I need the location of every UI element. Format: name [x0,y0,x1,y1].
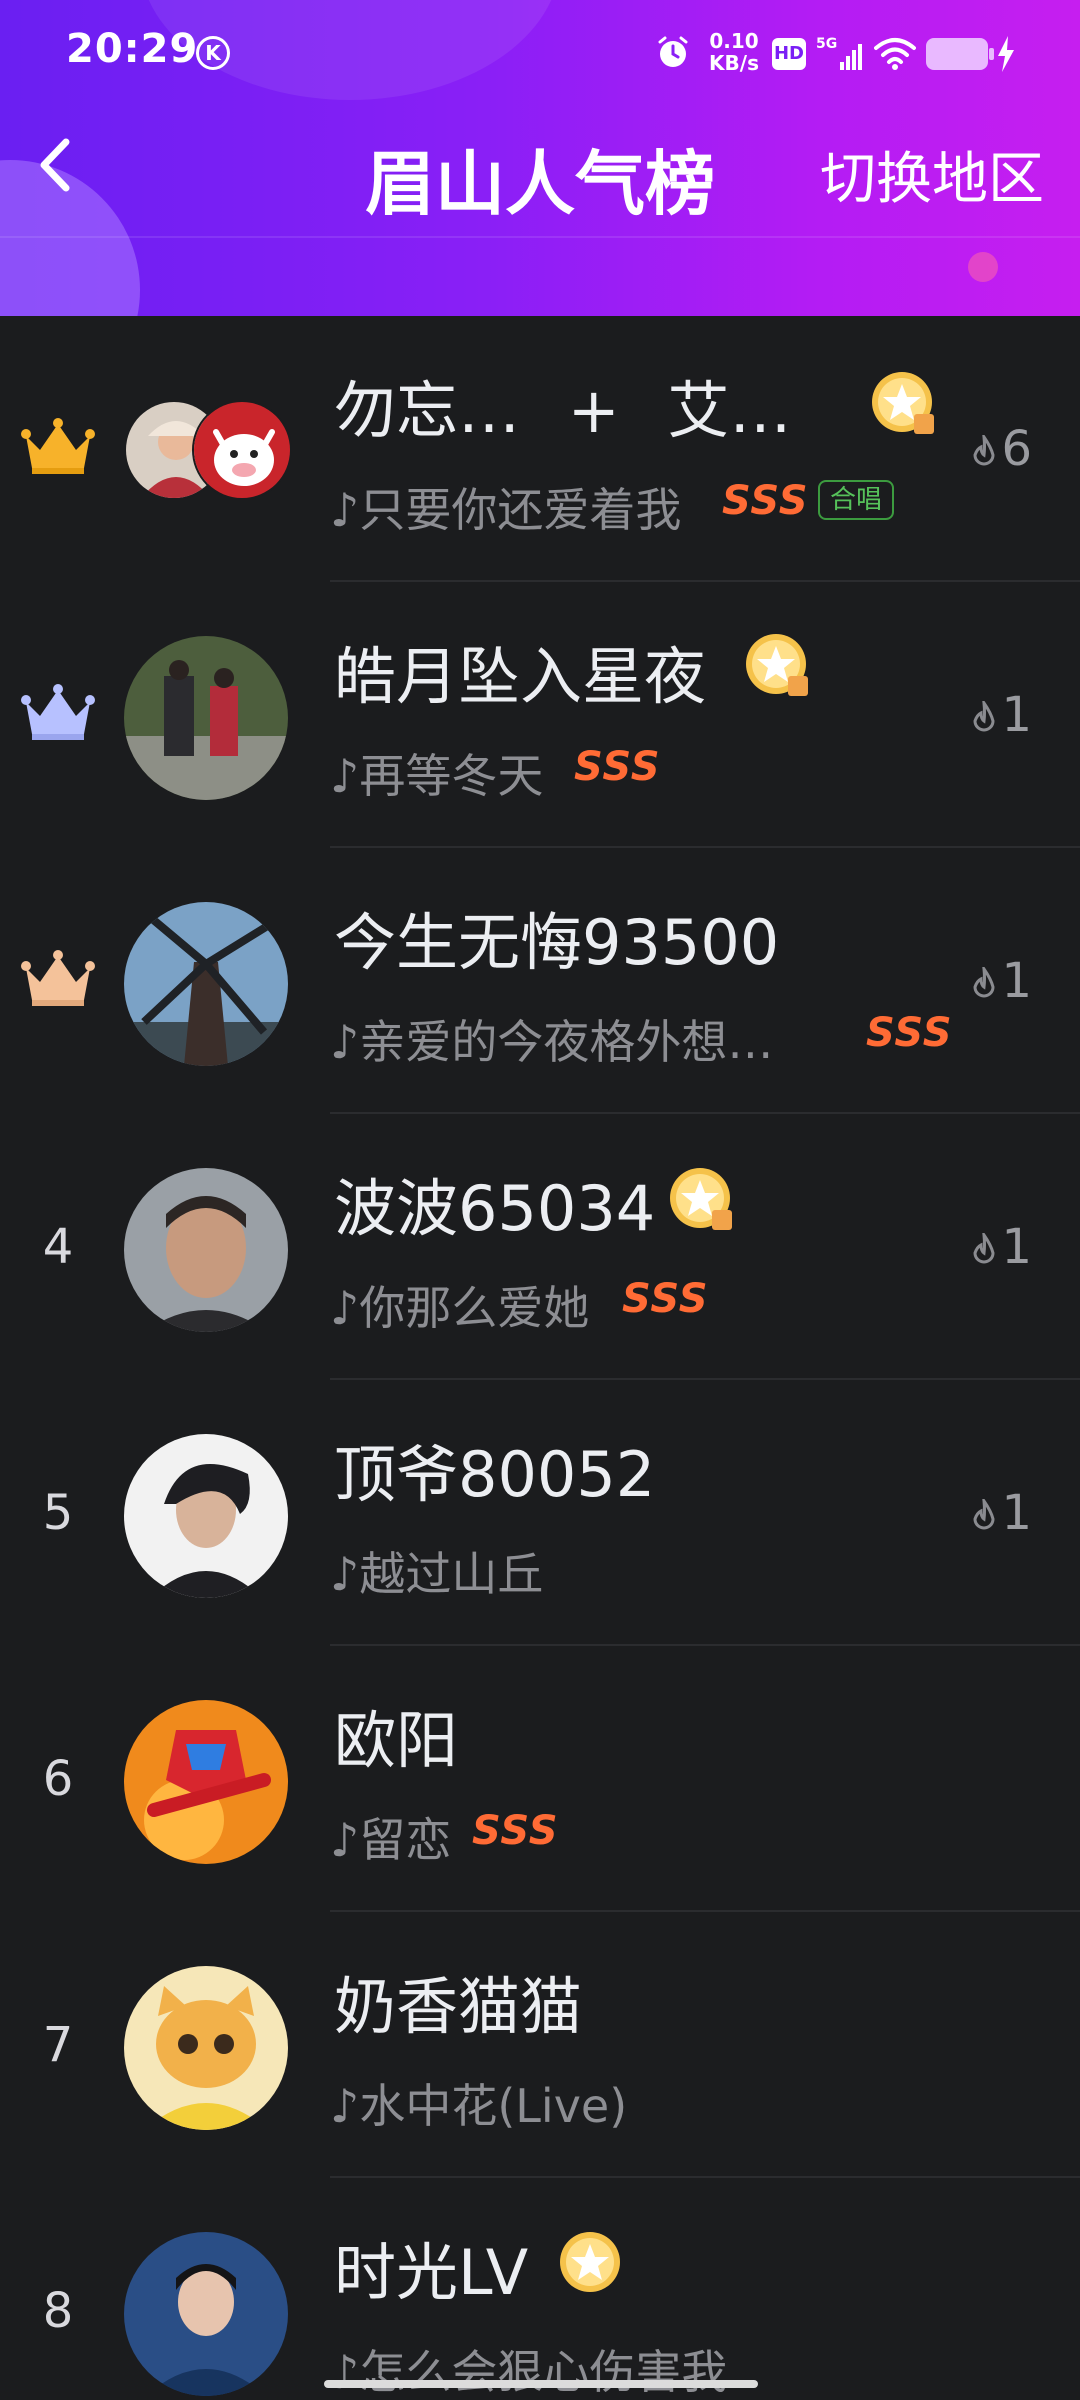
duet-user-b: 艾… [667,374,792,447]
heat-value: 1 [1001,1485,1032,1541]
avatar[interactable] [124,1434,288,1598]
avatar[interactable] [124,636,288,800]
heat-value: 6 [1001,421,1032,477]
net-speed-value: 0.10 [709,29,759,53]
vip-star-badge-icon [560,2232,620,2292]
charging-icon [998,36,1014,72]
score-badge: SSS [472,1808,559,1854]
avatar[interactable] [124,1966,288,2130]
chorus-badge: 合唱 [818,480,895,520]
score-badge: SSS [574,744,661,790]
header-divider [0,236,1080,238]
net-speed-unit: KB/s [709,51,759,75]
header-decoration [968,252,998,282]
flame-icon [973,1233,995,1264]
status-bar: 20:29 K 0.10 KB/s HD 5G [0,0,1080,104]
battery-icon [926,38,994,70]
list-item[interactable]: 4 波波65034 ♪你那么爱她 SSS 1 [0,1114,1080,1380]
wifi-icon [874,38,916,70]
song-title: ♪怎么会狠心伤害我 [330,2345,728,2399]
list-item[interactable]: 7 奶香猫猫 ♪水中花(Live) [0,1912,1080,2178]
bronze-crown-icon [21,950,95,1006]
vip-star-badge-icon [670,1168,732,1230]
song-title: ♪亲爱的今夜格外想… [330,1015,774,1069]
heat-count: 1 [971,582,1032,848]
user-name: 顶爷80052 [334,1438,656,1511]
avatar[interactable] [192,400,292,500]
list-item[interactable]: 勿忘… + 艾… ♪只要你还爱着我 SSS 合唱 6 [0,316,1080,582]
alarm-icon [658,36,688,67]
user-name: 波波65034 [334,1172,656,1245]
heat-count: 1 [971,848,1032,1114]
song-title: ♪留恋 [330,1813,452,1867]
heat-value: 1 [1001,1219,1032,1275]
avatar[interactable] [124,2232,288,2396]
vip-star-badge-icon [746,634,808,696]
user-name: 时光LV [334,2236,529,2309]
avatar[interactable] [124,902,288,1066]
rank-number: 7 [42,2017,74,2073]
vip-star-badge-icon [872,372,934,434]
list-item[interactable]: 皓月坠入星夜 ♪再等冬天 SSS 1 [0,582,1080,848]
user-name: 皓月坠入星夜 [334,640,707,713]
network-type: 5G [816,36,837,52]
list-item[interactable]: 今生无悔93500 ♪亲爱的今夜格外想… SSS 1 [0,848,1080,1114]
list-item[interactable]: 8 时光LV ♪怎么会狠心伤害我 [0,2178,1080,2400]
duet-plus: + [567,374,620,447]
rank-number: 6 [42,1751,74,1807]
user-name: 今生无悔93500 [334,906,780,979]
heat-count: 1 [971,1380,1032,1646]
list-item[interactable]: 6 欧阳 ♪留恋 SSS [0,1646,1080,1912]
flame-icon [973,967,995,998]
gold-crown-icon [21,418,95,474]
heat-count: 6 [971,316,1032,582]
score-badge: SSS [866,1010,953,1056]
switch-region-button[interactable]: 切换地区 [820,134,1044,215]
duet-user-a: 勿忘… [334,374,521,447]
rank-number: 4 [42,1219,74,1275]
song-title: ♪水中花(Live) [330,2079,628,2133]
user-name: 勿忘… + 艾… [334,360,791,450]
cellular-signal-icon: 5G [816,36,862,70]
k-icon: K [196,36,230,70]
avatar[interactable] [124,1168,288,1332]
avatar[interactable] [124,1700,288,1864]
score-badge: SSS [622,1276,709,1322]
flame-icon [973,1499,995,1530]
heat-value: 1 [1001,687,1032,743]
song-title: ♪只要你还爱着我 [330,483,682,537]
song-title: ♪你那么爱她 [330,1281,590,1335]
score-badge: SSS [722,478,809,524]
heat-count: 1 [971,1114,1032,1380]
user-name: 奶香猫猫 [334,1970,583,2043]
header: 20:29 K 0.10 KB/s HD 5G 眉山人气榜 切换地区 [0,0,1080,316]
song-title: ♪越过山丘 [330,1547,544,1601]
flame-icon [973,701,995,732]
song-title: ♪再等冬天 [330,749,544,803]
hd-icon: HD [772,38,806,70]
heat-value: 1 [1001,953,1032,1009]
list-item[interactable]: 5 顶爷80052 ♪越过山丘 1 [0,1380,1080,1646]
flame-icon [973,435,995,466]
silver-crown-icon [21,684,95,740]
home-indicator[interactable] [324,2380,758,2388]
user-name: 欧阳 [334,1704,459,1777]
net-speed: 0.10 KB/s [706,30,762,74]
rank-number: 5 [42,1485,74,1541]
rank-number: 8 [42,2283,74,2339]
status-time: 20:29 [66,26,199,72]
